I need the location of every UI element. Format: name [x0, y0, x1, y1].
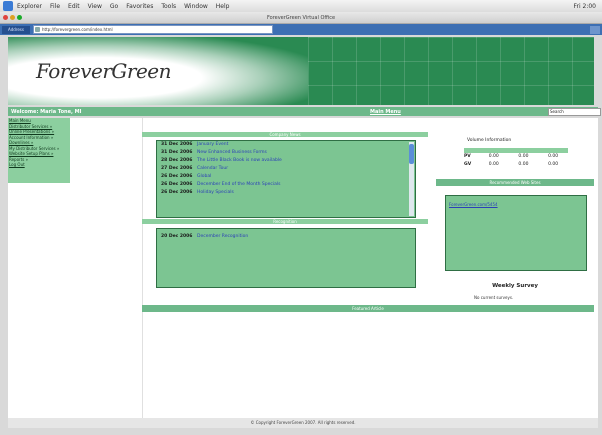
news-title-link[interactable]: January Event [197, 141, 228, 149]
menu-view[interactable]: View [88, 3, 102, 10]
menu-tools[interactable]: Tools [161, 3, 176, 10]
address-label: Address [2, 25, 30, 34]
news-title-link[interactable]: New Enhanced Business Forms [197, 149, 267, 157]
favicon-icon [35, 27, 40, 32]
menu-file[interactable]: File [50, 3, 60, 10]
column-divider [142, 118, 143, 418]
events-list: 20 Dec 2006 December Recognition [156, 228, 416, 288]
list-item[interactable]: 26 Dec 2006 Global [157, 173, 415, 181]
websites-box: ForeverGreen.com/5454 [445, 195, 587, 271]
welcome-text: Welcome: Maria Tone, MI [11, 108, 82, 115]
news-date: 26 Dec 2006 [161, 182, 193, 187]
table-cell: 0.00 [488, 154, 499, 159]
events-header: Recognition [142, 219, 428, 224]
top-nav: Welcome: Maria Tone, MI Main Menu Search [8, 107, 601, 116]
apple-menu-icon[interactable] [3, 1, 13, 11]
volume-title: Volume Information [467, 138, 512, 143]
row-label: PV [464, 154, 471, 159]
address-bar: Address http://forevergreen.com/index.ht… [0, 24, 602, 35]
window-title: ForeverGreen Virtual Office [266, 14, 336, 21]
news-title-link[interactable]: Calendar Tour [197, 165, 228, 173]
website-link[interactable]: ForeverGreen.com/5454 [446, 196, 586, 207]
menubar-status: Fri 2:00 [573, 3, 596, 10]
news-header: Company News [142, 132, 428, 137]
table-cell: 0.00 [518, 154, 529, 159]
news-date: 27 Dec 2006 [161, 166, 193, 171]
survey-title: Weekly Survey [492, 283, 538, 289]
list-item[interactable]: 27 Dec 2006 Calendar Tour [157, 165, 415, 173]
list-item[interactable]: 26 Dec 2006 December End of the Month Spe… [157, 181, 415, 189]
site-logo[interactable]: ForeverGreen [36, 59, 172, 83]
window-titlebar: ForeverGreen Virtual Office [0, 12, 602, 24]
menu-app-name[interactable]: Explorer [17, 3, 42, 10]
menu-go[interactable]: Go [110, 3, 118, 10]
address-input[interactable]: http://forevergreen.com/index.html [33, 25, 273, 34]
clock: Fri 2:00 [573, 2, 596, 10]
list-item[interactable]: 31 Dec 2006 January Event [157, 141, 415, 149]
banner-grid [308, 37, 594, 105]
list-item[interactable]: 31 Dec 2006 New Enhanced Business Forms [157, 149, 415, 157]
table-cell: 0.00 [488, 162, 499, 167]
table-row: GV 0.00 0.00 0.00 [464, 161, 568, 169]
search-select[interactable]: Search [548, 108, 601, 116]
event-date: 20 Dec 2006 [161, 234, 193, 239]
main-menu-link[interactable]: Main Menu [370, 109, 401, 115]
news-title-link[interactable]: Global [197, 173, 211, 181]
news-title-link[interactable]: The Little Black Book is now available [197, 157, 282, 165]
news-date: 31 Dec 2006 [161, 142, 193, 147]
menu-help[interactable]: Help [216, 3, 230, 10]
list-item[interactable]: 20 Dec 2006 December Recognition [157, 233, 415, 241]
sidebar: Main Menu Distributor Services » Online … [8, 118, 70, 183]
news-list: 31 Dec 2006 January Event 31 Dec 2006 New … [156, 140, 416, 218]
table-cell: 0.00 [518, 162, 529, 167]
volume-table: PV 0.00 0.00 0.00 GV 0.00 0.00 0.00 [464, 148, 568, 169]
table-cell: 0.00 [548, 162, 559, 167]
websites-header: Recommended Web Sites [436, 179, 594, 186]
featured-header: Featured Article [142, 305, 594, 312]
site-banner: ForeverGreen [8, 37, 594, 105]
news-date: 26 Dec 2006 [161, 174, 193, 179]
news-title-link[interactable]: December End of the Month Specials [197, 181, 280, 189]
menu-window[interactable]: Window [184, 3, 208, 10]
menu-edit[interactable]: Edit [68, 3, 80, 10]
news-title-link[interactable]: Holiday Specials [197, 189, 234, 197]
sidebar-item-log-out[interactable]: Log Out [8, 162, 70, 168]
table-cell: 0.00 [548, 154, 559, 159]
footer: © Copyright ForeverGreen 2007. All right… [8, 418, 598, 428]
address-url: http://forevergreen.com/index.html [42, 27, 113, 32]
news-scrollbar[interactable] [409, 142, 414, 216]
menu-favorites[interactable]: Favorites [126, 3, 153, 10]
list-item[interactable]: 28 Dec 2006 The Little Black Book is now … [157, 157, 415, 165]
row-label: GV [464, 162, 472, 167]
scrollbar-thumb[interactable] [409, 144, 414, 164]
news-date: 26 Dec 2006 [161, 190, 193, 195]
news-date: 28 Dec 2006 [161, 158, 193, 163]
event-title-link[interactable]: December Recognition [197, 233, 248, 241]
list-item[interactable]: 26 Dec 2006 Holiday Specials [157, 189, 415, 197]
news-date: 31 Dec 2006 [161, 150, 193, 155]
survey-text: No current surveys. [474, 295, 514, 300]
go-button[interactable] [590, 25, 600, 34]
table-row: PV 0.00 0.00 0.00 [464, 153, 568, 161]
